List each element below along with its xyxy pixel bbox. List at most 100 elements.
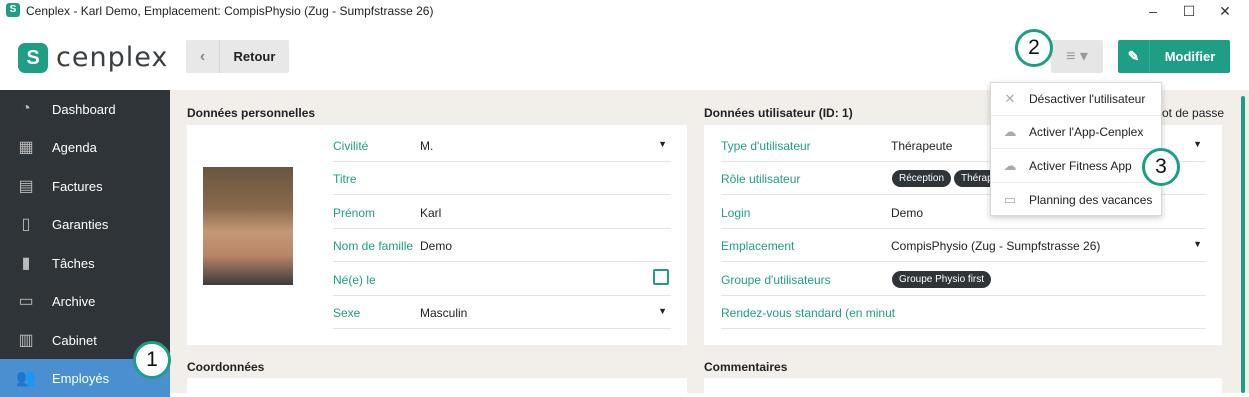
field-value: Demo	[420, 239, 453, 253]
logo-wordmark: cenplex	[56, 42, 169, 73]
caret-down-icon: ▼	[1193, 139, 1202, 149]
comments-card	[704, 378, 1222, 393]
sidebar-item-label: Employés	[52, 370, 110, 386]
callout-1: 1	[133, 341, 171, 379]
building-icon: ▥	[18, 332, 34, 349]
section-title-user: Données utilisateur (ID: 1)	[704, 106, 853, 120]
cloud-icon: ☁	[1003, 158, 1017, 173]
calendar-icon[interactable]	[653, 269, 669, 285]
title-bar: S Cenplex - Karl Demo, Emplacement: Comp…	[0, 0, 1249, 22]
field-value: M.	[420, 139, 434, 153]
minimize-icon[interactable]: –	[1138, 2, 1168, 20]
back-button[interactable]: ‹ Retour	[186, 40, 289, 73]
dashboard-icon: ◔	[21, 100, 31, 117]
maximize-icon[interactable]: ☐	[1174, 2, 1204, 20]
back-button-label: Retour	[233, 49, 276, 64]
sidebar-item-label: Tâches	[52, 255, 95, 271]
role-badge: Réception	[892, 170, 952, 187]
civilite-field[interactable]: Civilité M. ▼	[333, 129, 671, 162]
app-header: S cenplex ‹ Retour ≡ ▾ ✎ Modifier	[0, 22, 1249, 90]
contact-card	[187, 378, 687, 393]
calculator-icon: ▤	[18, 178, 34, 195]
menu-item-planning[interactable]: ▭ Planning des vacances	[991, 183, 1161, 216]
close-icon[interactable]: ✕	[1210, 2, 1240, 20]
field-value: Thérapeute	[891, 139, 953, 153]
sidebar-item-label: Factures	[52, 178, 103, 194]
field-label: Emplacement	[721, 239, 795, 253]
password-link[interactable]: ot de passe	[1162, 106, 1224, 120]
titre-field[interactable]: Titre	[333, 162, 671, 195]
cloud-icon: ☁	[1003, 124, 1017, 139]
field-label: Civilité	[333, 139, 369, 153]
menu-item-label: Désactiver l'utilisateur	[1029, 92, 1146, 106]
naissance-field[interactable]: Né(e) le	[333, 263, 671, 296]
field-label: Titre	[333, 172, 357, 186]
callout-3: 3	[1142, 148, 1180, 186]
sidebar-item-label: Dashboard	[52, 101, 116, 117]
emplacement-field[interactable]: Emplacement CompisPhysio (Zug - Sumpfstr…	[721, 229, 1206, 262]
sidebar-item-garanties[interactable]: ▯ Garanties	[0, 205, 170, 243]
caret-down-icon: ▼	[1193, 239, 1202, 249]
field-label: Rôle utilisateur	[721, 172, 801, 186]
chevron-left-icon: ‹	[186, 40, 220, 73]
field-value: Karl	[420, 206, 442, 220]
field-value: Demo	[891, 206, 924, 220]
groupe-utilisateurs-field[interactable]: Groupe d'utilisateurs Groupe Physio firs…	[721, 263, 1206, 296]
sexe-field[interactable]: Sexe Masculin ▼	[333, 296, 671, 329]
menu-item-desactiver[interactable]: ✕ Désactiver l'utilisateur	[991, 83, 1161, 116]
field-label: Groupe d'utilisateurs	[721, 273, 831, 287]
caret-down-icon: ▼	[658, 306, 667, 316]
logo-mark: S	[18, 42, 48, 73]
group-badge: Groupe Physio first	[892, 271, 992, 288]
field-label: Nom de famille	[333, 239, 414, 253]
menu-item-activer-app[interactable]: ☁ Activer l'App-Cenplex	[991, 116, 1161, 149]
close-icon: ✕	[1004, 91, 1016, 106]
scrollbar-thumb[interactable]	[1241, 96, 1245, 393]
sidebar-item-label: Archive	[52, 293, 96, 309]
sidebar-item-factures[interactable]: ▤ Factures	[0, 167, 170, 205]
section-title-comments: Commentaires	[704, 360, 788, 374]
sidebar-item-label: Agenda	[52, 139, 97, 155]
profile-photo[interactable]	[203, 167, 293, 285]
clipboard-icon: ▮	[21, 255, 31, 272]
app-icon: S	[6, 3, 20, 17]
field-value: CompisPhysio (Zug - Sumpfstrasse 26)	[891, 239, 1101, 253]
menu-item-label: Activer l'App-Cenplex	[1029, 125, 1144, 139]
menu-item-label: Planning des vacances	[1029, 192, 1153, 207]
people-icon: 👥	[16, 370, 36, 387]
sidebar-item-archive[interactable]: ▭ Archive	[0, 282, 170, 320]
field-label: Prénom	[333, 206, 376, 220]
calendar-icon: ▦	[18, 139, 34, 156]
prenom-field[interactable]: Prénom Karl	[333, 196, 671, 229]
image-icon: ▭	[1003, 191, 1017, 207]
caret-down-icon: ▼	[658, 139, 667, 149]
section-title-personal: Données personnelles	[187, 106, 316, 120]
archive-icon: ▭	[18, 293, 34, 310]
edit-button-label: Modifier	[1164, 49, 1216, 64]
rendez-vous-standard-field[interactable]: Rendez-vous standard (en minut	[721, 296, 1206, 329]
sidebar-item-taches[interactable]: ▮ Tâches	[0, 244, 170, 282]
edit-button[interactable]: ✎ Modifier	[1118, 40, 1230, 73]
sidebar-item-label: Garanties	[52, 216, 109, 232]
window-title: Cenplex - Karl Demo, Emplacement: Compis…	[26, 4, 434, 18]
document-icon: ▯	[21, 216, 31, 233]
field-label: Né(e) le	[333, 273, 376, 287]
cenplex-logo: S cenplex	[18, 42, 168, 73]
section-title-contact: Coordonnées	[187, 360, 265, 374]
more-menu-button[interactable]: ≡ ▾	[1051, 40, 1103, 73]
sidebar-item-agenda[interactable]: ▦ Agenda	[0, 128, 170, 166]
nom-field[interactable]: Nom de famille Demo	[333, 229, 671, 262]
sidebar-item-dashboard[interactable]: ◔ Dashboard	[0, 90, 170, 128]
field-label: Login	[721, 206, 751, 220]
menu-item-activer-fitness[interactable]: ☁ Activer Fitness App	[991, 150, 1161, 183]
sidebar-item-label: Cabinet	[52, 332, 97, 348]
field-value: Masculin	[420, 306, 468, 320]
field-label: Rendez-vous standard (en minut	[721, 306, 896, 320]
field-label: Type d'utilisateur	[721, 139, 811, 153]
role-badge: Thérap	[954, 170, 992, 187]
menu-item-label: Activer Fitness App	[1029, 159, 1132, 173]
field-label: Sexe	[333, 306, 361, 320]
pencil-icon: ✎	[1118, 40, 1150, 73]
more-menu-dropdown: ✕ Désactiver l'utilisateur ☁ Activer l'A…	[990, 82, 1162, 216]
callout-2: 2	[1015, 29, 1053, 67]
